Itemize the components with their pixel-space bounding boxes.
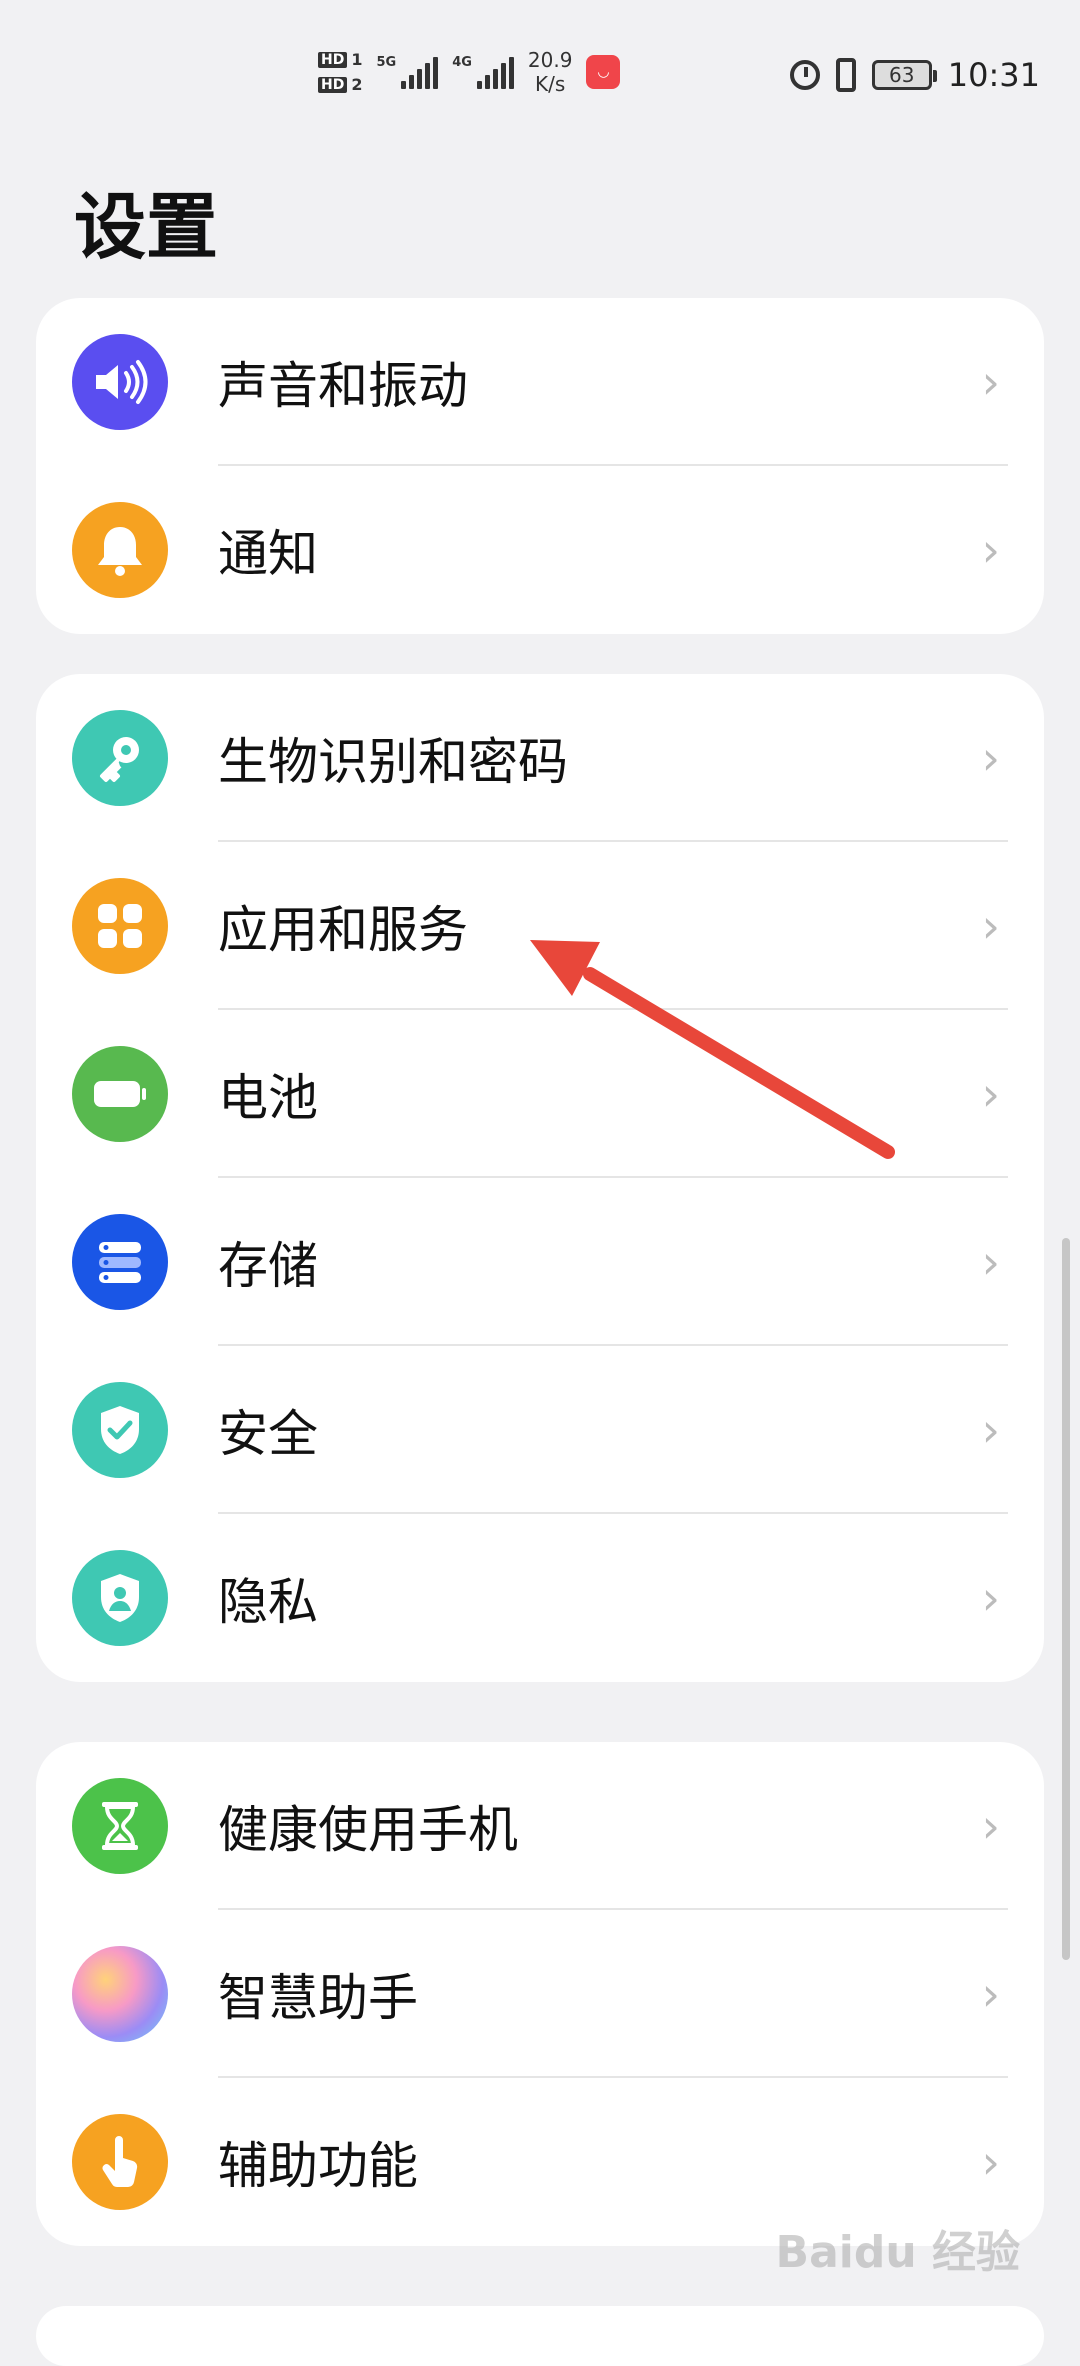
chevron-right-icon: › [981, 1067, 1000, 1121]
settings-item-battery[interactable]: 电池 › [36, 1010, 1044, 1178]
alarm-icon [789, 60, 820, 90]
settings-item-label: 辅助功能 [218, 2137, 418, 2195]
chevron-right-icon: › [981, 1235, 1000, 1289]
key-icon [72, 710, 168, 806]
clock: 10:31 [947, 56, 1040, 94]
battery-icon [72, 1046, 168, 1142]
settings-item-label: 生物识别和密码 [218, 733, 568, 791]
scrollbar[interactable] [1062, 1238, 1070, 1960]
settings-item-security[interactable]: 安全 › [36, 1346, 1044, 1514]
settings-item-storage[interactable]: 存储 › [36, 1178, 1044, 1346]
hourglass-icon [72, 1778, 168, 1874]
chevron-right-icon: › [981, 1403, 1000, 1457]
hd-indicators: HD 1 HD 2 [318, 50, 362, 94]
page-title: 设置 [74, 185, 219, 269]
chevron-right-icon: › [981, 355, 1000, 409]
settings-item-smart-assistant[interactable]: 智慧助手 › [36, 1910, 1044, 2078]
settings-item-notifications[interactable]: 通知 › [36, 466, 1044, 634]
battery-level: 63 [889, 63, 915, 87]
assistant-icon [72, 1946, 168, 2042]
hd2-badge: HD [318, 76, 348, 93]
chevron-right-icon: › [981, 1799, 1000, 1853]
hand-icon [72, 2114, 168, 2210]
bell-icon [72, 502, 168, 598]
apps-icon [72, 878, 168, 974]
speed-value: 20.9 [527, 48, 573, 72]
settings-group-2: 生物识别和密码 › 应用和服务 › 电池 › 存储 › 安全 › 隐私 › [36, 674, 1044, 1682]
signal-4g-icon: 4G [452, 55, 514, 89]
speaker-icon [72, 334, 168, 430]
settings-item-digital-balance[interactable]: 健康使用手机 › [36, 1742, 1044, 1910]
settings-item-label: 通知 [218, 525, 318, 583]
huawei-store-icon: ◡ [586, 55, 621, 89]
settings-item-label: 安全 [218, 1405, 318, 1463]
network-speed: 20.9 K/s [528, 48, 573, 96]
speed-unit: K/s [535, 72, 566, 96]
status-right-group: 63 10:31 [789, 56, 1040, 94]
vibrate-icon [835, 58, 856, 92]
watermark-logo: Baidu 经验 [775, 2227, 1020, 2278]
settings-item-label: 智慧助手 [218, 1969, 418, 2027]
settings-item-label: 应用和服务 [218, 901, 468, 959]
settings-item-label: 电池 [218, 1069, 318, 1127]
settings-group-3: 健康使用手机 › 智慧助手 › 辅助功能 › [36, 1742, 1044, 2246]
settings-item-label: 存储 [218, 1237, 318, 1295]
chevron-right-icon: › [981, 1571, 1000, 1625]
settings-item-label: 声音和振动 [218, 357, 468, 415]
storage-icon [72, 1214, 168, 1310]
settings-item-privacy[interactable]: 隐私 › [36, 1514, 1044, 1682]
chevron-right-icon: › [981, 523, 1000, 577]
chevron-right-icon: › [981, 899, 1000, 953]
battery-indicator: 63 [871, 60, 937, 90]
signal-5g-icon: 5G [376, 55, 439, 89]
privacy-shield-icon [72, 1550, 168, 1646]
settings-group-4-partial [36, 2306, 1044, 2366]
hd2-number: 2 [351, 75, 363, 94]
settings-group-1: 声音和振动 › 通知 › [36, 298, 1044, 634]
settings-item-label: 健康使用手机 [218, 1801, 518, 1859]
status-bar: HD 1 HD 2 5G 4G 20.9 K/s ◡ 63 10:31 [0, 0, 1080, 150]
shield-check-icon [72, 1382, 168, 1478]
settings-item-apps-services[interactable]: 应用和服务 › [36, 842, 1044, 1010]
net2-label: 4G [452, 55, 472, 70]
settings-item-sound[interactable]: 声音和振动 › [36, 298, 1044, 466]
settings-item-label: 隐私 [218, 1573, 318, 1631]
hd1-badge: HD [318, 51, 348, 68]
status-network-group: HD 1 HD 2 5G 4G 20.9 K/s ◡ [318, 48, 621, 96]
chevron-right-icon: › [981, 1967, 1000, 2021]
chevron-right-icon: › [981, 731, 1000, 785]
settings-item-biometrics[interactable]: 生物识别和密码 › [36, 674, 1044, 842]
hd1-number: 1 [351, 50, 363, 69]
net1-label: 5G [376, 55, 397, 70]
chevron-right-icon: › [981, 2135, 1000, 2189]
